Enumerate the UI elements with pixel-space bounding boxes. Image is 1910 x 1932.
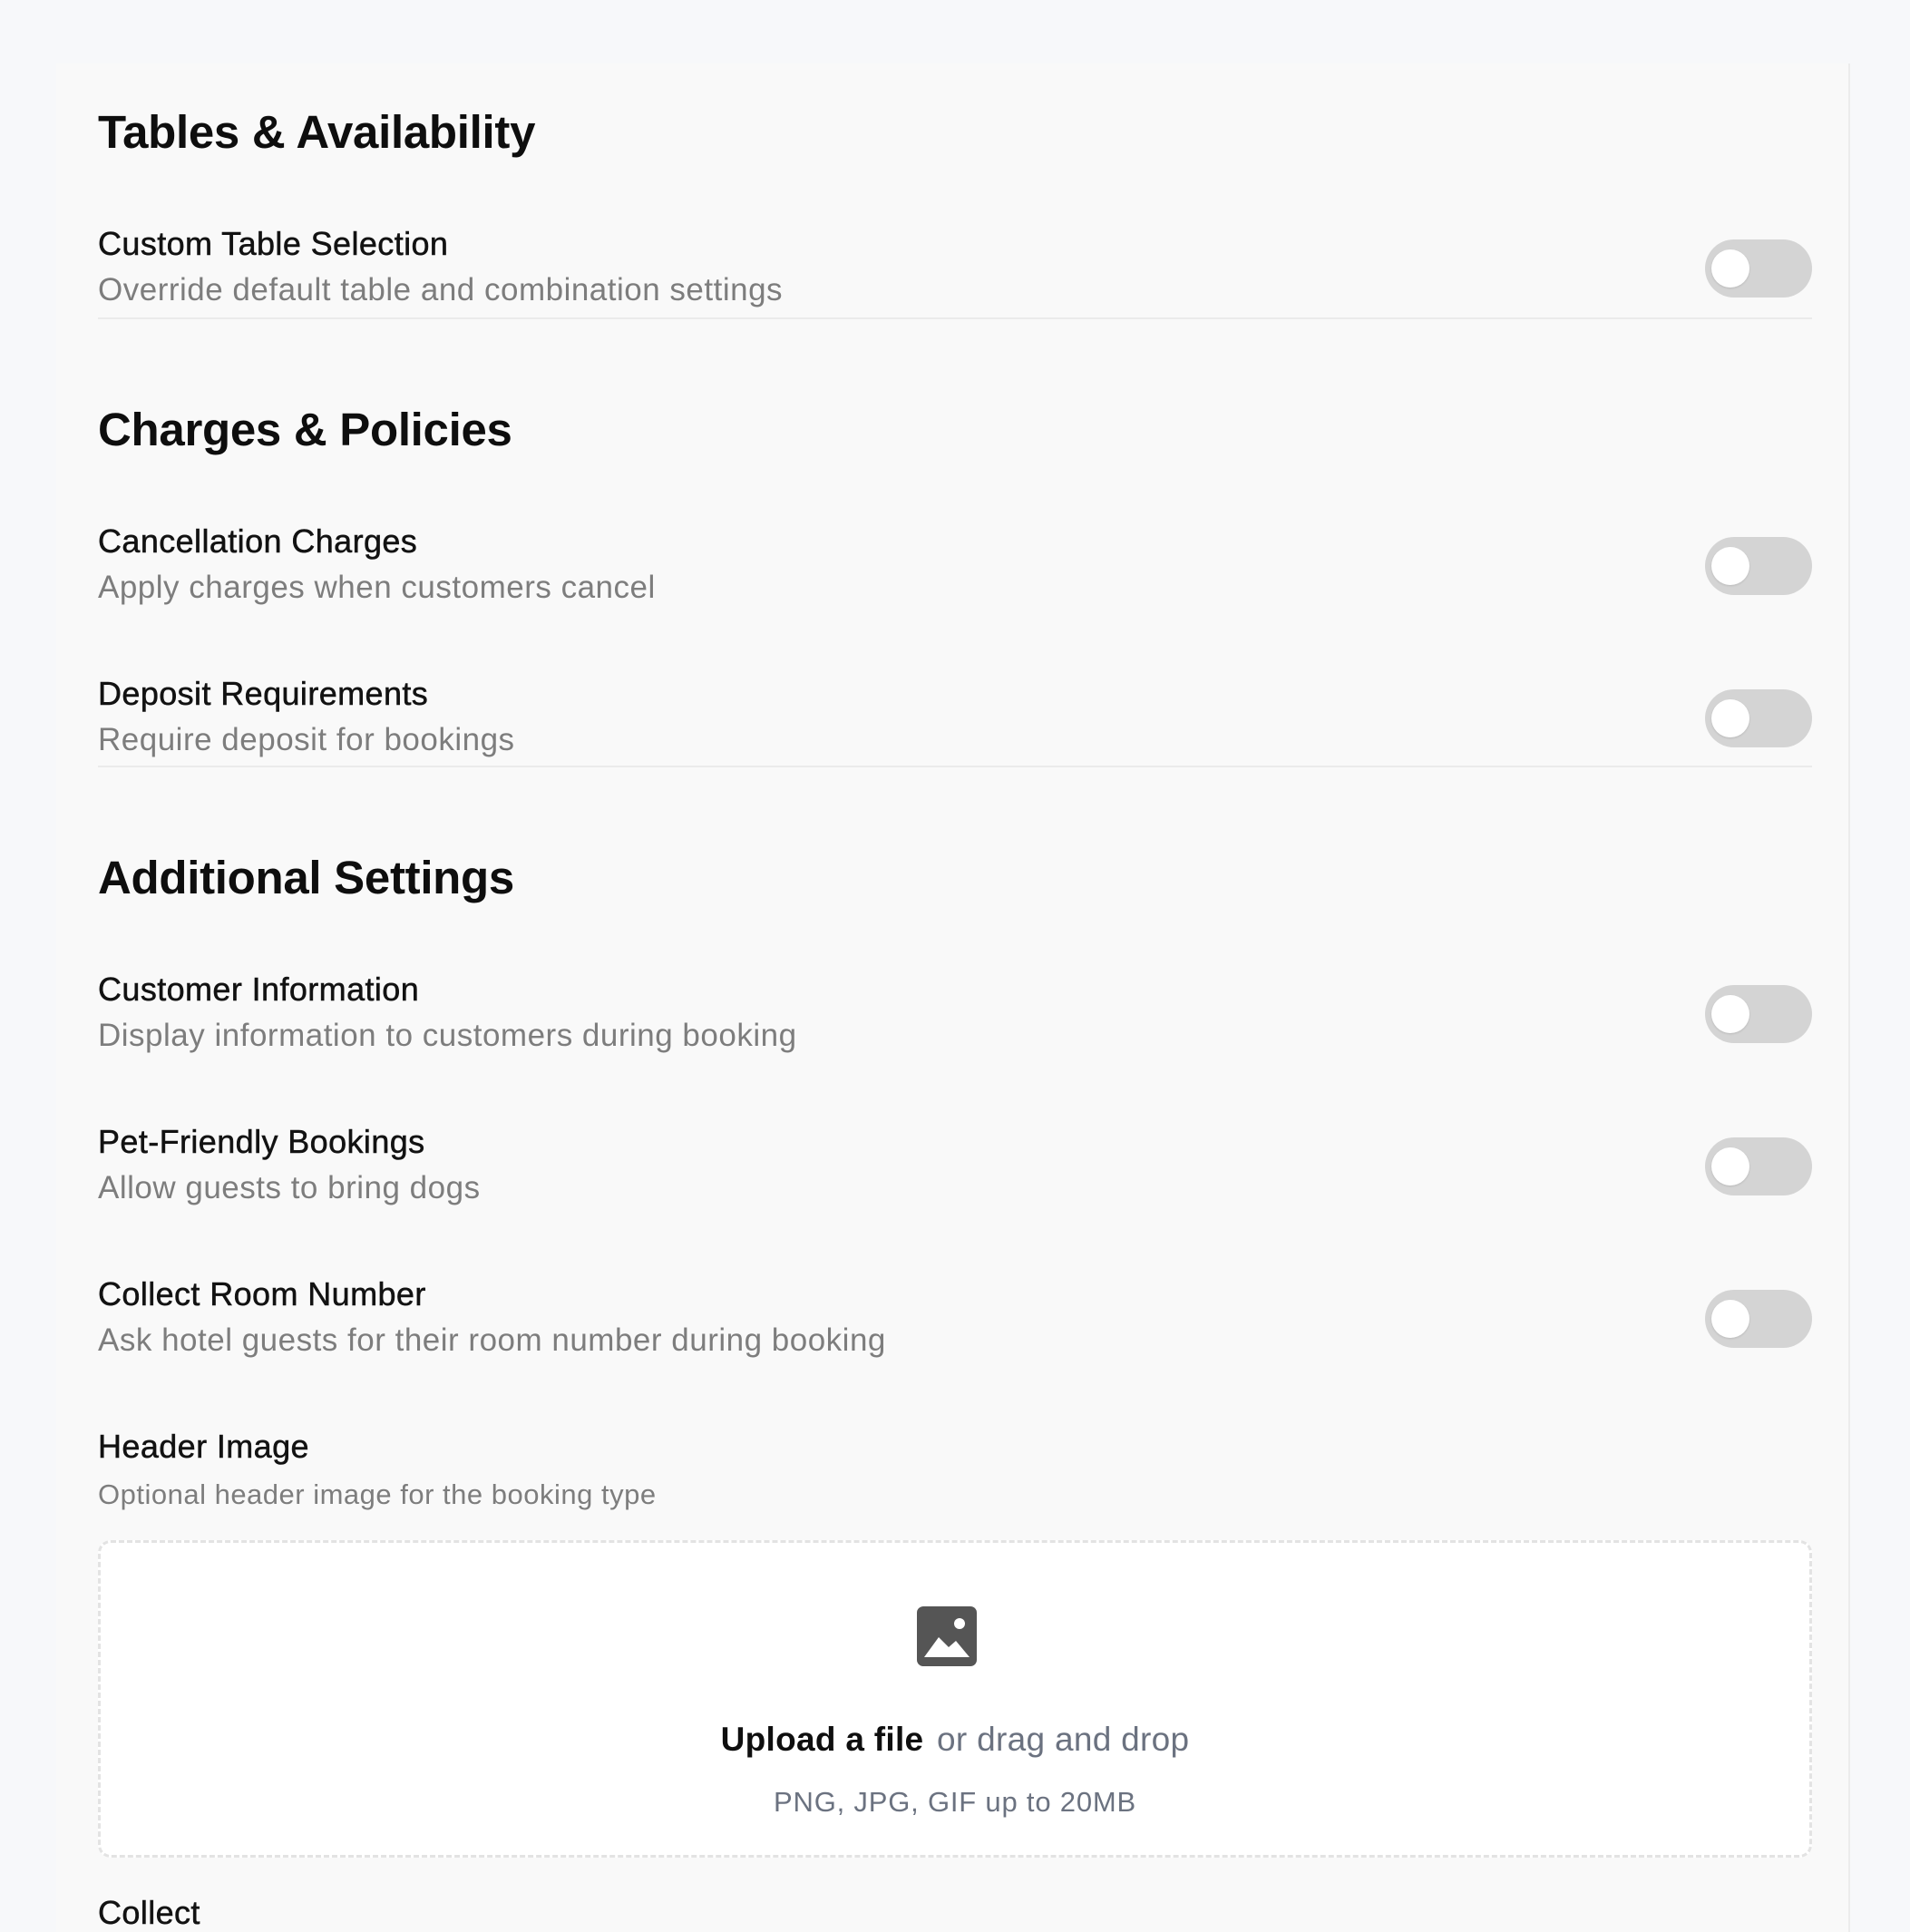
- upload-file-link[interactable]: Upload a file: [721, 1721, 924, 1758]
- toggle-knob: [1711, 995, 1749, 1033]
- toggle-knob: [1711, 249, 1749, 288]
- customer-information-label: Customer Information: [98, 971, 420, 1009]
- drag-drop-text: or drag and drop: [937, 1721, 1190, 1758]
- custom-table-selection-toggle[interactable]: [1705, 239, 1812, 298]
- upload-file-types-hint: PNG, JPG, GIF up to 20MB: [774, 1786, 1136, 1818]
- deposit-requirements-description: Require deposit for bookings: [98, 722, 515, 757]
- pet-friendly-bookings-label: Pet-Friendly Bookings: [98, 1123, 425, 1161]
- section-divider: [98, 317, 1812, 319]
- section-title-additional-settings: Additional Settings: [98, 852, 514, 903]
- cancellation-charges-description: Apply charges when customers cancel: [98, 570, 656, 605]
- deposit-requirements-toggle[interactable]: [1705, 689, 1812, 747]
- toggle-knob: [1711, 547, 1749, 585]
- image-icon: [917, 1606, 977, 1666]
- collect-room-number-description: Ask hotel guests for their room number d…: [98, 1322, 886, 1358]
- deposit-requirements-label: Deposit Requirements: [98, 675, 429, 713]
- settings-panel: Tables & Availability Custom Table Selec…: [56, 63, 1850, 1932]
- collect-room-number-label: Collect Room Number: [98, 1275, 426, 1313]
- toggle-knob: [1711, 1147, 1749, 1186]
- collect-room-number-toggle[interactable]: [1705, 1290, 1812, 1348]
- toggle-knob: [1711, 699, 1749, 737]
- section-title-charges-policies: Charges & Policies: [98, 404, 512, 455]
- customer-information-description: Display information to customers during …: [98, 1018, 797, 1053]
- upload-prompt: Upload a file or drag and drop: [101, 1721, 1809, 1759]
- header-image-dropzone[interactable]: Upload a file or drag and drop PNG, JPG,…: [98, 1540, 1812, 1858]
- toggle-knob: [1711, 1300, 1749, 1338]
- section-divider: [98, 766, 1812, 767]
- header-image-description: Optional header image for the booking ty…: [98, 1478, 657, 1510]
- cancellation-charges-toggle[interactable]: [1705, 537, 1812, 595]
- pet-friendly-bookings-toggle[interactable]: [1705, 1137, 1812, 1195]
- customer-information-toggle[interactable]: [1705, 985, 1812, 1043]
- header-image-label: Header Image: [98, 1428, 309, 1466]
- section-title-tables-availability: Tables & Availability: [98, 106, 536, 158]
- cancellation-charges-label: Cancellation Charges: [98, 522, 418, 561]
- next-field-label: Collect: [98, 1894, 200, 1932]
- pet-friendly-bookings-description: Allow guests to bring dogs: [98, 1170, 481, 1205]
- custom-table-selection-label: Custom Table Selection: [98, 225, 449, 263]
- custom-table-selection-description: Override default table and combination s…: [98, 272, 784, 307]
